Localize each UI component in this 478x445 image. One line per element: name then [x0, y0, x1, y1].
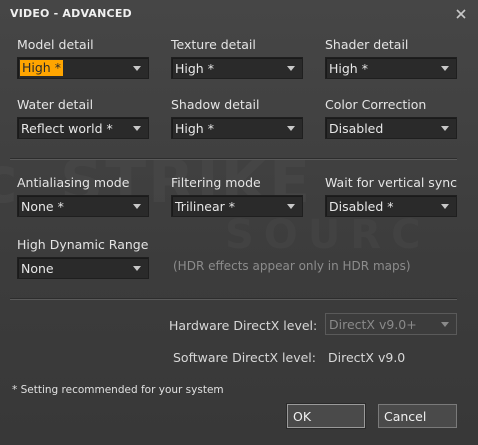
vsync-label: Wait for vertical sync: [325, 175, 458, 190]
software-directx-value: DirectX v9.0: [328, 350, 406, 365]
hdr-value: None: [21, 261, 54, 276]
texture-detail-label: Texture detail: [171, 37, 256, 52]
video-advanced-dialog: c STRIKE SOURC VIDEO - ADVANCED Model de…: [0, 0, 478, 445]
shadow-detail-label: Shadow detail: [171, 97, 260, 112]
texture-detail-value: High *: [175, 61, 214, 76]
svg-text:SOURC: SOURC: [225, 212, 430, 258]
chevron-down-icon: [133, 66, 141, 71]
chevron-down-icon: [441, 204, 449, 209]
hdr-hint: (HDR effects appear only in HDR maps): [173, 259, 411, 273]
model-detail-dropdown[interactable]: High *: [17, 57, 149, 79]
shader-detail-label: Shader detail: [325, 37, 409, 52]
color-correction-label: Color Correction: [325, 97, 427, 112]
close-icon: [456, 9, 466, 19]
model-detail-value: High *: [20, 60, 63, 76]
vsync-value: Disabled *: [329, 199, 394, 214]
dialog-title: VIDEO - ADVANCED: [10, 7, 132, 20]
hardware-directx-label: Hardware DirectX level:: [169, 318, 318, 333]
section-divider: [10, 158, 457, 160]
shader-detail-dropdown[interactable]: High *: [325, 57, 457, 79]
ok-label: OK: [293, 409, 312, 424]
ok-button[interactable]: OK: [286, 403, 366, 429]
antialiasing-dropdown[interactable]: None *: [17, 195, 149, 217]
shadow-detail-value: High *: [175, 121, 214, 136]
shadow-detail-dropdown[interactable]: High *: [171, 117, 303, 139]
filtering-mode-dropdown[interactable]: Trilinear *: [171, 195, 303, 217]
filtering-mode-label: Filtering mode: [171, 175, 261, 190]
chevron-down-icon: [287, 204, 295, 209]
close-button[interactable]: [453, 6, 469, 22]
water-detail-dropdown[interactable]: Reflect world *: [17, 117, 149, 139]
water-detail-value: Reflect world *: [21, 121, 113, 136]
chevron-down-icon: [133, 266, 141, 271]
hardware-directx-value: DirectX v9.0+: [329, 317, 417, 332]
chevron-down-icon: [133, 126, 141, 131]
shader-detail-value: High *: [329, 61, 368, 76]
hdr-dropdown[interactable]: None: [17, 257, 149, 279]
recommended-note: * Setting recommended for your system: [12, 384, 224, 396]
chevron-down-icon: [287, 66, 295, 71]
chevron-down-icon: [287, 126, 295, 131]
antialiasing-label: Antialiasing mode: [17, 175, 130, 190]
vsync-dropdown[interactable]: Disabled *: [325, 195, 457, 217]
model-detail-label: Model detail: [17, 37, 94, 52]
software-directx-label: Software DirectX level:: [173, 350, 316, 365]
chevron-down-icon: [133, 204, 141, 209]
chevron-down-icon: [441, 322, 449, 327]
cancel-label: Cancel: [384, 409, 427, 424]
water-detail-label: Water detail: [17, 97, 94, 112]
cancel-button[interactable]: Cancel: [378, 404, 457, 428]
section-divider: [10, 298, 457, 300]
hdr-label: High Dynamic Range: [17, 237, 149, 252]
antialiasing-value: None *: [21, 199, 64, 214]
chevron-down-icon: [441, 66, 449, 71]
chevron-down-icon: [441, 126, 449, 131]
svg-text:c: c: [0, 144, 18, 218]
texture-detail-dropdown[interactable]: High *: [171, 57, 303, 79]
color-correction-value: Disabled: [329, 121, 384, 136]
filtering-mode-value: Trilinear *: [175, 199, 235, 214]
color-correction-dropdown[interactable]: Disabled: [325, 117, 457, 139]
hardware-directx-dropdown[interactable]: DirectX v9.0+: [325, 313, 457, 335]
